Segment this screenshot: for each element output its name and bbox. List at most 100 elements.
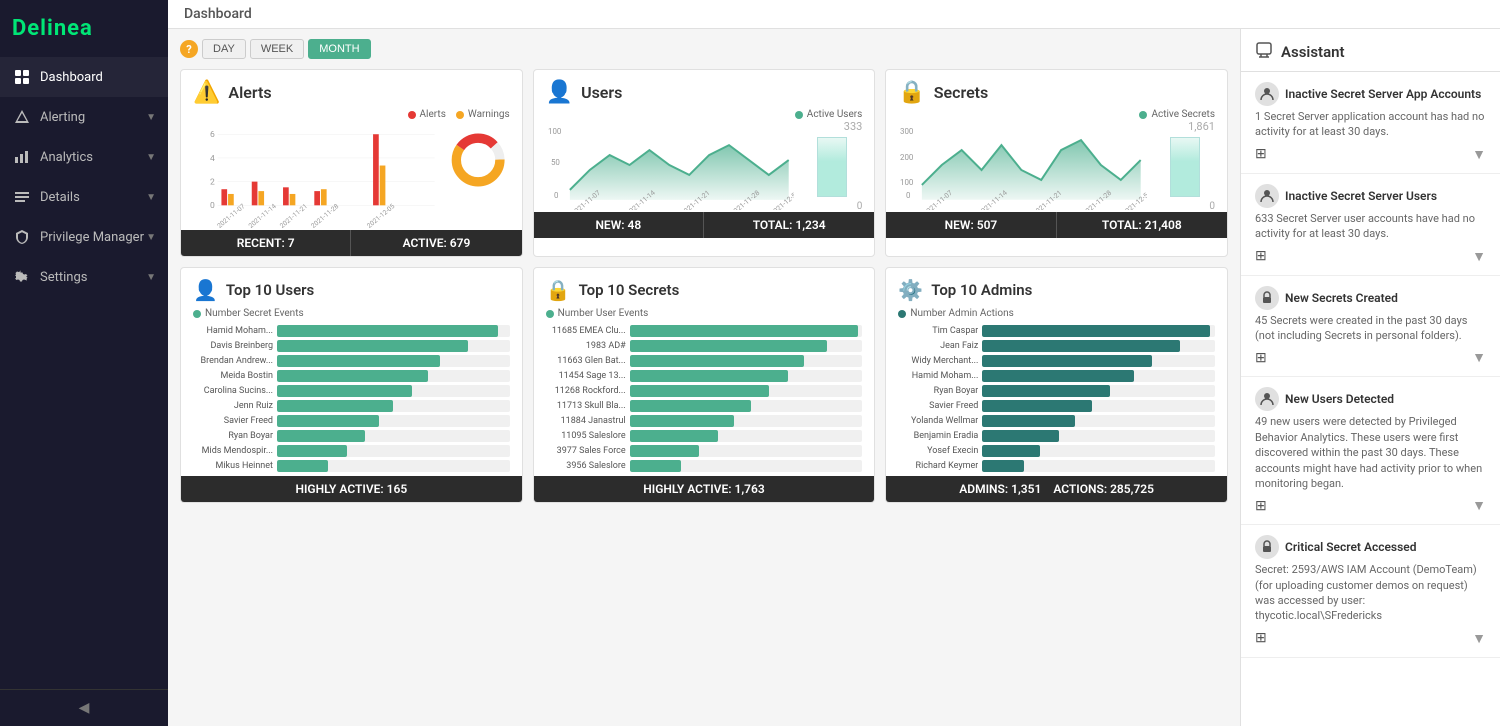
list-item: Richard Keymer [898,460,1215,472]
alerts-legend-label: Alerts [420,109,446,120]
list-item: 3977 Sales Force [546,445,863,457]
notification-add-button[interactable]: ⊞ [1255,146,1267,162]
top10-admins-card: ⚙️ Top 10 Admins Number Admin Actions Ti… [885,267,1228,503]
notification-expand-button[interactable]: ▼ [1472,146,1486,163]
bar-inner [982,340,1180,352]
users-card: 👤 Users Active Users 100 50 0 [533,69,876,257]
list-item: Tim Caspar [898,325,1215,337]
bar-inner [982,370,1133,382]
bar-inner [277,355,440,367]
collapse-button[interactable]: ◀ [79,700,90,716]
svg-text:4: 4 [210,154,215,164]
bar-label: Jenn Ruiz [193,401,273,411]
bar-label: Hamid Moham... [898,371,978,381]
notification-add-button[interactable]: ⊞ [1255,630,1267,646]
svg-text:0: 0 [554,191,559,200]
filter-week-button[interactable]: WEEK [250,39,304,59]
dashboard-icon [12,67,32,87]
sidebar-item-privilege-manager[interactable]: Privilege Manager ▼ [0,217,168,257]
secrets-count-number: 1,861 [1188,120,1215,133]
secrets-new: NEW: 507 [886,212,1056,238]
bar-inner [277,415,379,427]
notification-expand-button[interactable]: ▼ [1472,349,1486,366]
top10-users-footer: HIGHLY ACTIVE: 165 [181,476,522,502]
alerts-card-footer: RECENT: 7 ACTIVE: 679 [181,230,522,256]
notification-item: Inactive Secret Server Users 633 Secret … [1241,174,1500,276]
bar-inner [277,370,428,382]
list-item: 1983 AD# [546,340,863,352]
bar-label: 11268 Rockford... [546,386,626,396]
svg-text:2021-11-28: 2021-11-28 [310,202,341,230]
bar-inner [630,415,735,427]
notification-expand-button[interactable]: ▼ [1472,630,1486,647]
bar-outer [982,340,1215,352]
list-item: Meida Bostin [193,370,510,382]
help-icon[interactable]: ? [180,40,198,58]
bar-label: Widy Merchant... [898,356,978,366]
list-item: Jean Faiz [898,340,1215,352]
admins-footer-label1: ADMINS: 1,351 [959,482,1041,496]
list-item: Benjamin Eradia [898,430,1215,442]
filter-day-button[interactable]: DAY [202,39,246,59]
sidebar-item-details[interactable]: Details ▼ [0,177,168,217]
sidebar-item-analytics[interactable]: Analytics ▼ [0,137,168,177]
bar-outer [982,370,1215,382]
secrets-legend: Active Secrets [886,109,1227,120]
svg-text:2: 2 [210,177,215,187]
top10-admins-body: Tim Caspar Jean Faiz Widy Merchant... Ha… [886,321,1227,476]
top10-secrets-body: 11685 EMEA Clu... 1983 AD# 11663 Glen Ba… [534,321,875,476]
list-item: Ryan Boyar [193,430,510,442]
bar-label: 3956 Saleslore [546,461,626,471]
admins-bar-legend-dot [898,310,906,318]
alerting-icon [12,107,32,127]
svg-text:100: 100 [548,127,562,136]
users-icon: 👤 [546,80,573,105]
bottom-cards-row: 👤 Top 10 Users Number Secret Events Hami… [180,267,1228,503]
alerts-card: ⚠️ Alerts Alerts Warnings 6 4 [180,69,523,257]
notification-item: Inactive Secret Server App Accounts 1 Se… [1241,72,1500,174]
notification-title: New Users Detected [1255,387,1486,411]
sidebar: Delinea Dashboard Alerting ▼ Analytics ▼ [0,0,168,726]
sidebar-item-label: Analytics [40,150,93,165]
admins-footer-label2: ACTIONS: 285,725 [1053,482,1154,496]
notification-add-button[interactable]: ⊞ [1255,248,1267,264]
assistant-notifications: Inactive Secret Server App Accounts 1 Se… [1241,72,1500,658]
sidebar-item-alerting[interactable]: Alerting ▼ [0,97,168,137]
users-bar-legend-dot [193,310,201,318]
active-users-dot [795,111,803,119]
svg-text:0: 0 [906,191,911,200]
bar-label: Yolanda Wellmar [898,416,978,426]
bar-inner [277,325,498,337]
top10-secrets-title: Top 10 Secrets [579,281,680,299]
notification-expand-button[interactable]: ▼ [1472,248,1486,265]
bar-inner [277,460,328,472]
svg-text:300: 300 [900,127,914,136]
bar-label: Richard Keymer [898,461,978,471]
filter-month-button[interactable]: MONTH [308,39,370,59]
sidebar-item-settings[interactable]: Settings ▼ [0,257,168,297]
bar-outer [982,355,1215,367]
notification-add-button[interactable]: ⊞ [1255,350,1267,366]
bar-label: Meida Bostin [193,371,273,381]
notification-expand-button[interactable]: ▼ [1472,497,1486,514]
notification-actions: ⊞ ▼ [1255,146,1486,163]
analytics-icon [12,147,32,167]
bar-label: Tim Caspar [898,326,978,336]
bar-outer [630,325,863,337]
notification-actions: ⊞ ▼ [1255,248,1486,265]
bar-inner [277,340,468,352]
bar-label: 3977 Sales Force [546,446,626,456]
notification-add-button[interactable]: ⊞ [1255,498,1267,514]
top10-secrets-footer: HIGHLY ACTIVE: 1,763 [534,476,875,502]
bar-inner [982,415,1075,427]
settings-icon [12,267,32,287]
svg-text:100: 100 [900,178,914,187]
notif-user-icon [1255,286,1279,310]
sidebar-item-dashboard[interactable]: Dashboard [0,57,168,97]
top10-users-body: Hamid Moham... Davis Breinberg Brendan A… [181,321,522,476]
top10-users-legend: Number Secret Events [181,306,522,321]
bar-label: Yosef Execin [898,446,978,456]
bar-inner [630,385,770,397]
main-content: Dashboard ? DAY WEEK MONTH ⚠️ Alerts [168,0,1500,726]
list-item: 11268 Rockford... [546,385,863,397]
